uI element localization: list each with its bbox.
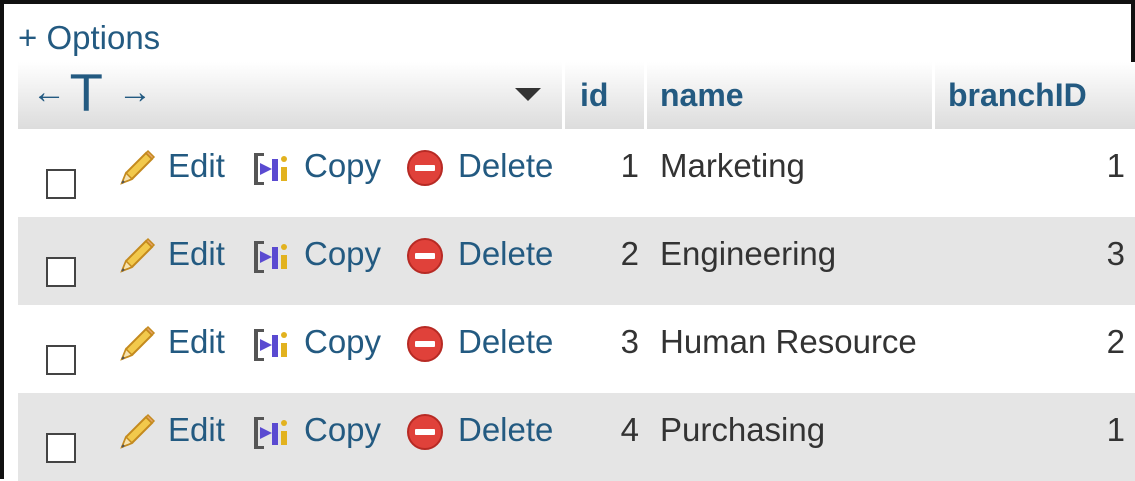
copy-icon[interactable] [250,323,290,367]
table-row: Edit Copy Delete 3 Human Resource 2 [18,305,1135,393]
options-link[interactable]: + Options [18,18,160,58]
pencil-icon[interactable] [114,411,158,455]
column-header-branchid-label[interactable]: branchID [948,70,1087,120]
sort-dropdown-icon[interactable] [515,88,541,101]
cell-branchid: 1 [1106,411,1125,448]
results-table-frame: + Options ← T → id name branchID Edit Co… [0,0,1135,481]
column-header-name-label[interactable]: name [660,70,744,120]
copy-link[interactable]: Copy [304,319,381,365]
cell-id: 4 [620,411,639,448]
delete-link[interactable]: Delete [458,231,553,277]
copy-icon[interactable] [250,411,290,455]
cell-id: 2 [620,235,639,272]
copy-link[interactable]: Copy [304,231,381,277]
delete-icon[interactable] [406,413,444,451]
column-resize-icon: T [71,65,102,123]
cell-name: Marketing [660,147,805,184]
row-checkbox[interactable] [46,257,76,287]
edit-link[interactable]: Edit [168,407,225,453]
row-checkbox[interactable] [46,345,76,375]
column-header-branchid[interactable]: branchID [935,62,1135,129]
pencil-icon[interactable] [114,147,158,191]
table-row: Edit Copy Delete 4 Purchasing 1 [18,393,1135,481]
copy-link[interactable]: Copy [304,407,381,453]
copy-link[interactable]: Copy [304,143,381,189]
copy-icon[interactable] [250,235,290,279]
table-row: Edit Copy Delete 2 Engineering 3 [18,217,1135,305]
column-header-id-label[interactable]: id [580,70,608,120]
edit-link[interactable]: Edit [168,231,225,277]
pencil-icon[interactable] [114,235,158,279]
delete-icon[interactable] [406,237,444,275]
row-checkbox[interactable] [46,433,76,463]
arrow-right-icon[interactable]: → [118,72,152,112]
table-row: Edit Copy Delete 1 Marketing 1 [18,129,1135,217]
cell-name: Engineering [660,235,837,272]
edit-link[interactable]: Edit [168,319,225,365]
delete-link[interactable]: Delete [458,143,553,189]
table-header-row: ← T → id name branchID [18,62,1135,129]
arrow-left-icon[interactable]: ← [32,72,66,112]
delete-icon[interactable] [406,325,444,363]
cell-name: Purchasing [660,411,826,448]
cell-branchid: 3 [1106,235,1125,272]
cell-id: 1 [620,147,639,184]
pencil-icon[interactable] [114,323,158,367]
column-header-name[interactable]: name [647,62,935,129]
header-actions-cell: ← T → [18,62,565,129]
copy-icon[interactable] [250,147,290,191]
row-checkbox[interactable] [46,169,76,199]
cell-branchid: 1 [1106,147,1125,184]
delete-link[interactable]: Delete [458,319,553,365]
delete-link[interactable]: Delete [458,407,553,453]
cell-id: 3 [620,323,639,360]
edit-link[interactable]: Edit [168,143,225,189]
column-header-id[interactable]: id [565,62,647,129]
delete-icon[interactable] [406,149,444,187]
cell-branchid: 2 [1106,323,1125,360]
cell-name: Human Resource [660,323,917,360]
